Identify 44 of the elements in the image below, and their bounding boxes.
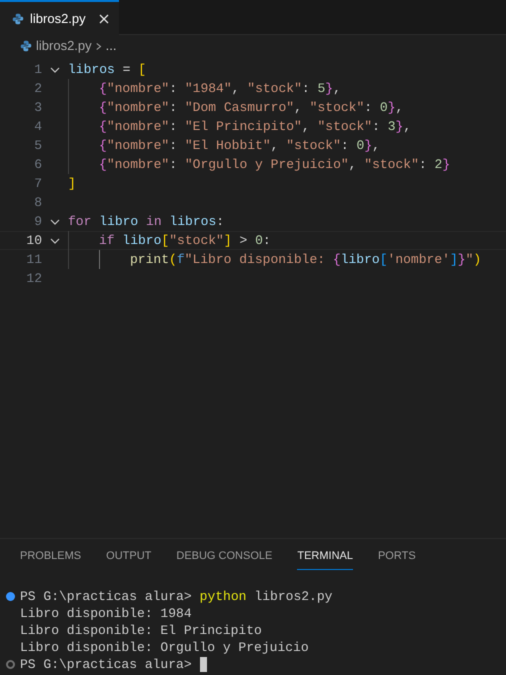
python-file-icon [12, 12, 24, 24]
breadcrumb-item[interactable]: ... [106, 36, 116, 56]
chevron-right-icon [96, 42, 102, 50]
line-number: 10 [25, 232, 42, 250]
code-line: if libro["stock"] > 0: [99, 232, 271, 250]
code-line: {"nombre": "El Principito", "stock": 3}, [99, 118, 412, 136]
terminal-output: Libro disponible: El Principito [20, 622, 262, 640]
chevron-down-icon[interactable] [50, 64, 60, 74]
editor-tab[interactable]: libros2.py [0, 0, 119, 35]
line-number: 9 [33, 212, 42, 231]
line-number: 7 [33, 174, 42, 193]
code-line: {"nombre": "1984", "stock": 5}, [99, 80, 341, 98]
line-number: 1 [33, 60, 42, 79]
terminal-output: Libro disponible: Orgullo y Prejuicio [20, 638, 309, 657]
python-file-icon [20, 40, 32, 52]
code-line: for libro in libros: [68, 212, 224, 231]
panel-tab[interactable]: PORTS [378, 548, 416, 570]
panel-tab[interactable]: OUTPUT [106, 548, 152, 570]
breadcrumb-item[interactable]: libros2.py [36, 36, 92, 56]
code-line: print(f"Libro disponible: {libro['nombre']}") [130, 250, 482, 269]
line-number: 6 [33, 156, 42, 174]
terminal-prompt: PS G:\practicas alura> [20, 588, 192, 606]
line-number: 12 [25, 270, 42, 288]
line-number: 3 [33, 98, 42, 117]
panel-tab[interactable]: PROBLEMS [20, 548, 82, 570]
code-line: libros = [ [68, 60, 146, 79]
terminal-command: python [200, 588, 246, 606]
code-line: ] [68, 174, 76, 193]
chevron-down-icon[interactable] [50, 236, 60, 246]
line-number: 4 [33, 118, 42, 136]
close-icon[interactable] [99, 14, 109, 24]
panel-tab[interactable]: DEBUG CONSOLE [176, 548, 272, 570]
terminal-argument: libros2.py [254, 588, 332, 606]
code-line: {"nombre": "El Hobbit", "stock": 0}, [99, 136, 380, 155]
chevron-down-icon[interactable] [50, 216, 60, 226]
line-number: 5 [33, 136, 42, 155]
code-line: {"nombre": "Dom Casmurro", "stock": 0}, [99, 98, 404, 117]
panel-tab[interactable]: TERMINAL [297, 548, 353, 570]
code-line: {"nombre": "Orgullo y Prejuicio", "stock": 2} [99, 156, 450, 174]
terminal-output: Libro disponible: 1984 [20, 604, 192, 623]
terminal-prompt: PS G:\practicas alura> [20, 656, 192, 674]
line-number: 8 [33, 194, 42, 212]
line-number: 2 [33, 80, 42, 98]
line-number: 11 [25, 250, 42, 269]
